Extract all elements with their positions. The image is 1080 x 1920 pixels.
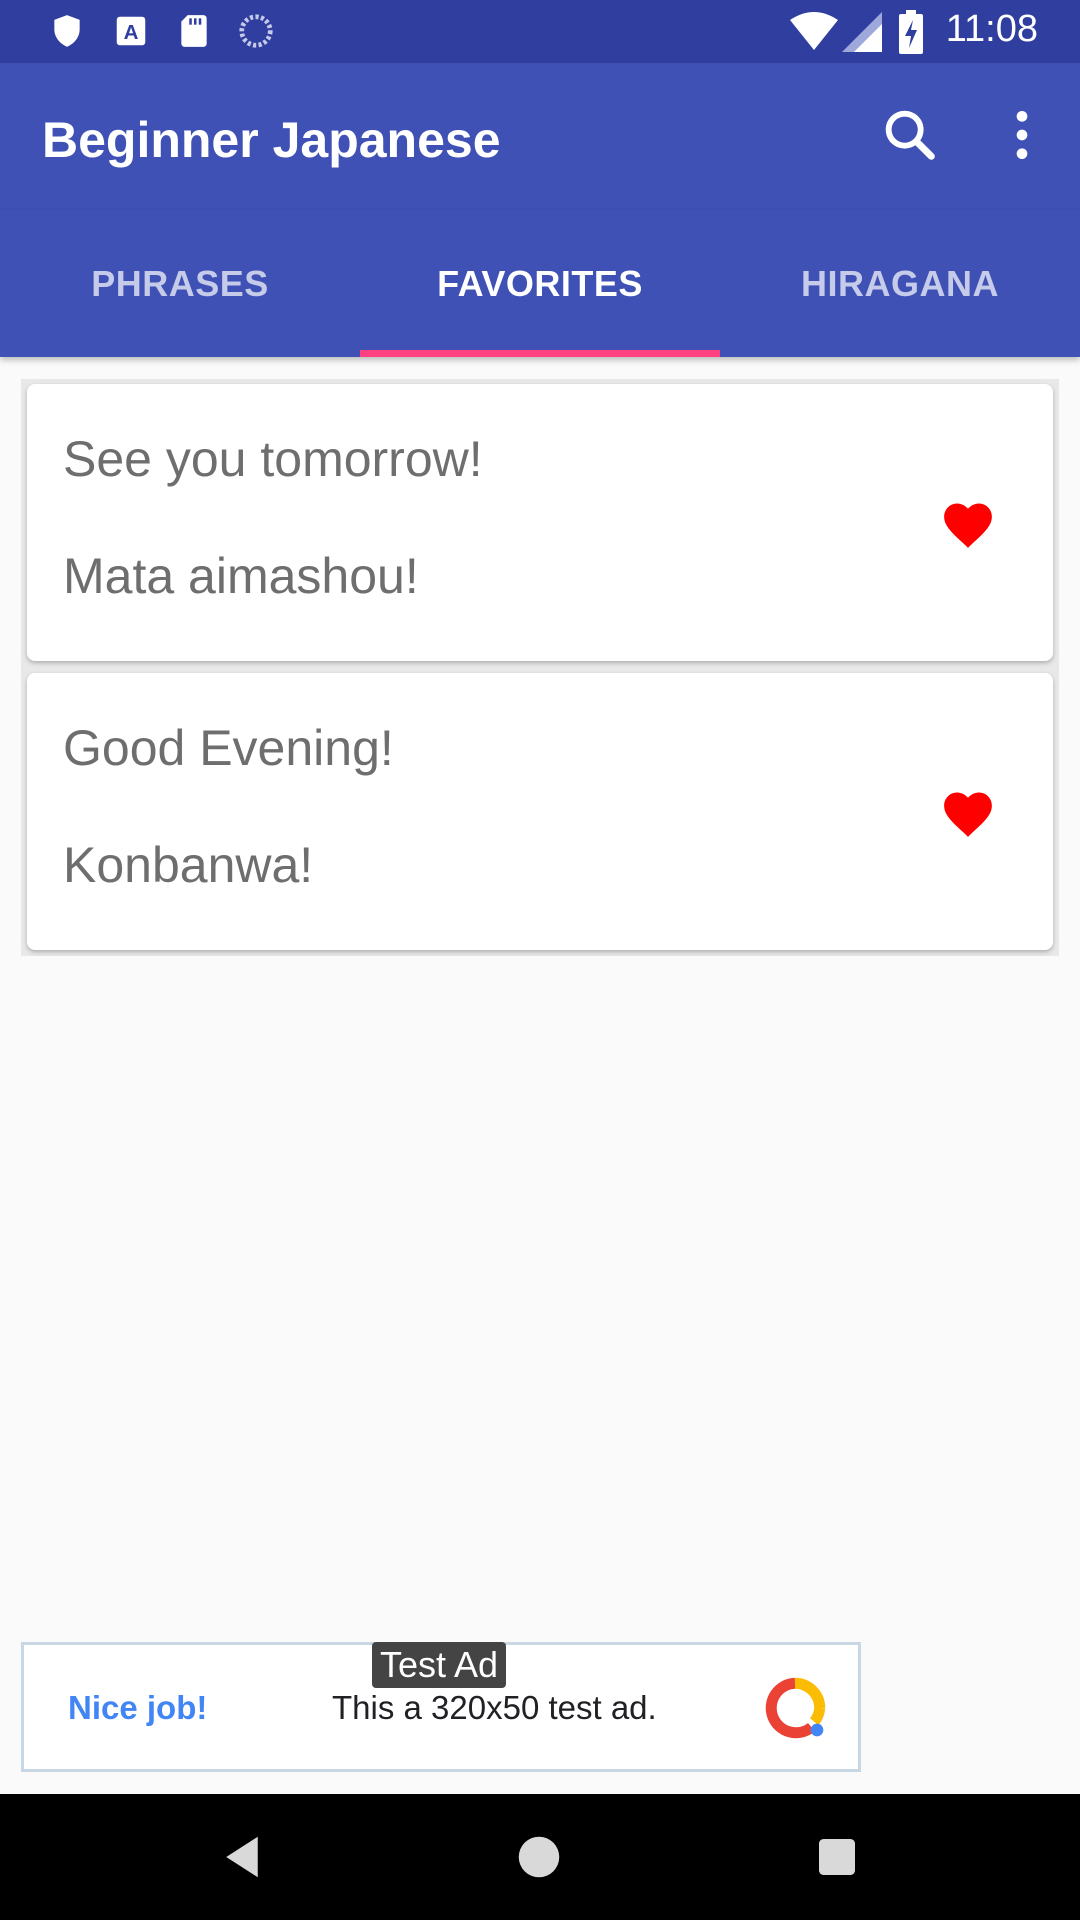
tab-hiragana[interactable]: HIRAGANA xyxy=(720,210,1080,357)
recents-icon[interactable] xyxy=(810,1830,864,1884)
english-phrase: Good Evening! xyxy=(63,720,394,776)
navigation-bar xyxy=(0,1794,1080,1920)
tab-indicator xyxy=(360,350,720,357)
battery-charging-icon xyxy=(899,10,923,54)
back-icon[interactable] xyxy=(215,1830,269,1884)
tab-favorites[interactable]: FAVORITES xyxy=(360,210,720,357)
japanese-phrase: Mata aimashou! xyxy=(63,548,419,604)
shield-icon xyxy=(54,15,80,47)
ad-banner[interactable]: Nice job! This a 320x50 test ad. Test Ad xyxy=(21,1642,861,1772)
wifi-icon xyxy=(790,12,838,50)
status-bar: A 11:08 xyxy=(0,0,1080,63)
english-phrase: See you tomorrow! xyxy=(63,431,483,487)
accessibility-a-icon: A xyxy=(116,16,146,46)
app-title: Beginner Japanese xyxy=(42,112,501,168)
svg-text:A: A xyxy=(124,21,139,44)
test-ad-label: Test Ad xyxy=(372,1642,507,1688)
signal-icon xyxy=(842,12,882,52)
more-vert-icon[interactable] xyxy=(990,103,1054,167)
app-bar: Beginner Japanese xyxy=(0,63,1080,210)
ad-logo-icon xyxy=(765,1677,826,1739)
status-time: 11:08 xyxy=(945,8,1038,50)
ad-body: This a 320x50 test ad. xyxy=(332,1689,657,1726)
ad-headline: Nice job! xyxy=(68,1689,208,1726)
heart-icon[interactable] xyxy=(940,788,996,838)
search-icon[interactable] xyxy=(878,103,942,167)
sd-card-icon xyxy=(181,15,207,47)
screen: A 11:08 Beginner Japanese PHRASES FAVORI… xyxy=(0,0,1080,1920)
tab-phrases[interactable]: PHRASES xyxy=(0,210,360,357)
phrase-card[interactable]: Good Evening! Konbanwa! xyxy=(27,673,1053,950)
heart-icon[interactable] xyxy=(940,499,996,549)
japanese-phrase: Konbanwa! xyxy=(63,837,314,893)
phrase-card[interactable]: See you tomorrow! Mata aimashou! xyxy=(27,384,1053,661)
tab-bar: PHRASES FAVORITES HIRAGANA xyxy=(0,210,1080,357)
sync-icon xyxy=(239,14,273,48)
home-icon[interactable] xyxy=(512,1830,566,1884)
